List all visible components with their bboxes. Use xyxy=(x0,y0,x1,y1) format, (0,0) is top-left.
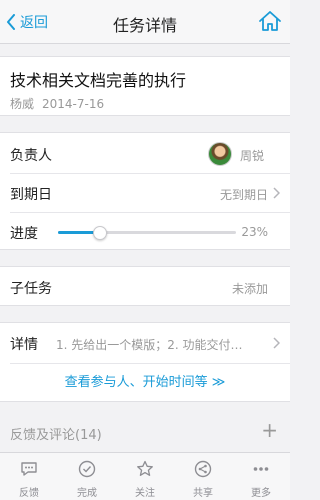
show-more-link[interactable]: 查看参与人、开始时间等 ≫ xyxy=(0,371,290,390)
comments-label: 反馈及评论(14) xyxy=(10,428,102,443)
page-title: 任务详情 xyxy=(112,16,177,35)
tab-more[interactable]: 更多 xyxy=(232,453,290,500)
subtask-section: 子任务 未添加 xyxy=(0,266,290,306)
detail-section: 详情 1. 先给出一个模版；2. 功能交付的… 查看参与人、开始时间等 ≫ xyxy=(0,322,290,402)
task-meta: 杨威 2014-7-16 xyxy=(10,95,104,112)
share-icon xyxy=(194,460,212,478)
add-comment-button[interactable]: + xyxy=(261,418,278,442)
navigation-bar: 返回 任务详情 xyxy=(0,0,290,44)
task-date: 2014-7-16 xyxy=(42,97,105,111)
task-properties: 负责人 周锐 到期日 无到期日 进度 23% xyxy=(0,132,290,250)
owner-label: 负责人 xyxy=(10,148,52,164)
avatar xyxy=(208,142,232,166)
tab-share[interactable]: 共享 xyxy=(174,453,232,500)
home-button[interactable] xyxy=(258,10,282,36)
owner-name: 周锐 xyxy=(239,149,264,163)
star-icon xyxy=(137,460,153,476)
task-title: 技术相关文档完善的执行 xyxy=(10,71,187,90)
tab-bar: 反馈 完成 关注 共享 更多 xyxy=(0,452,290,500)
progress-label: 进度 xyxy=(10,226,38,242)
home-icon xyxy=(259,11,281,31)
more-icon xyxy=(253,467,269,471)
chat-icon xyxy=(21,462,37,476)
tab-complete[interactable]: 完成 xyxy=(58,453,116,500)
task-header: 技术相关文档完善的执行 杨威 2014-7-16 xyxy=(0,56,290,116)
due-date-label: 到期日 xyxy=(10,187,52,203)
progress-slider[interactable] xyxy=(58,226,236,240)
divider xyxy=(10,363,290,364)
chevron-right-icon xyxy=(273,187,280,199)
chevron-right-icon xyxy=(273,337,280,349)
owner-row[interactable]: 负责人 周锐 xyxy=(0,135,290,173)
check-icon xyxy=(78,460,96,478)
tab-label: 更多 xyxy=(251,488,271,499)
tab-label: 共享 xyxy=(193,488,213,499)
task-author: 杨威 xyxy=(10,97,35,111)
detail-label: 详情 xyxy=(10,337,38,353)
tab-label: 反馈 xyxy=(19,488,39,499)
due-date-row[interactable]: 到期日 无到期日 xyxy=(0,174,290,212)
due-date-value: 无到期日 xyxy=(219,188,268,202)
progress-percent: 23% xyxy=(241,225,268,239)
tab-feedback[interactable]: 反馈 xyxy=(0,453,58,500)
comments-header: 反馈及评论(14) + xyxy=(0,418,290,446)
subtask-label: 子任务 xyxy=(10,281,52,297)
detail-row[interactable]: 详情 1. 先给出一个模版；2. 功能交付的… xyxy=(0,324,290,362)
tab-follow[interactable]: 关注 xyxy=(116,453,174,500)
subtask-value: 未添加 xyxy=(231,282,268,296)
tab-label: 关注 xyxy=(135,488,155,499)
detail-text: 1. 先给出一个模版；2. 功能交付的… xyxy=(56,338,254,352)
progress-row: 进度 23% xyxy=(0,213,290,251)
tab-label: 完成 xyxy=(77,488,97,499)
progress-thumb[interactable] xyxy=(92,226,107,240)
subtask-row[interactable]: 子任务 未添加 xyxy=(0,268,290,306)
